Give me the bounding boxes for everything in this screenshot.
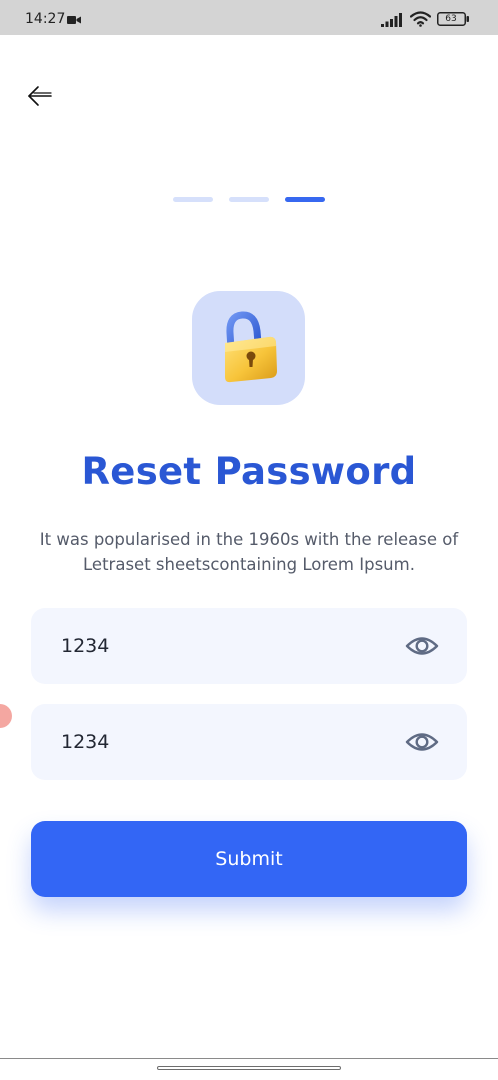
status-time: 14:27	[25, 11, 66, 27]
status-bar: 14:27 63	[0, 0, 498, 35]
submit-button[interactable]: Submit	[31, 821, 467, 897]
home-indicator[interactable]	[157, 1066, 341, 1070]
arrow-left-icon	[28, 86, 52, 106]
back-button[interactable]	[24, 82, 56, 110]
navigation-bar-divider	[0, 1058, 498, 1059]
step-3-active	[285, 197, 325, 202]
battery-icon: 63	[437, 12, 470, 26]
toggle-password-visibility-button[interactable]	[405, 632, 439, 660]
password-input[interactable]	[61, 608, 391, 684]
battery-level: 63	[445, 14, 457, 24]
signal-icon	[381, 13, 402, 27]
confirm-password-field[interactable]	[31, 704, 467, 780]
page-description: It was popularised in the 1960s with the…	[39, 530, 459, 574]
padlock-icon	[225, 311, 277, 383]
confirm-password-input[interactable]	[61, 704, 391, 780]
wifi-icon	[410, 11, 431, 27]
password-field[interactable]	[31, 608, 467, 684]
step-2	[229, 197, 269, 202]
toggle-confirm-password-visibility-button[interactable]	[405, 728, 439, 756]
floating-touch-indicator	[0, 704, 12, 728]
step-indicator	[173, 197, 325, 202]
eye-icon	[405, 637, 439, 655]
page-title: Reset Password	[81, 450, 417, 493]
video-camera-icon	[67, 16, 81, 24]
step-1	[173, 197, 213, 202]
eye-icon	[405, 733, 439, 751]
lock-illustration-tile	[192, 291, 305, 405]
